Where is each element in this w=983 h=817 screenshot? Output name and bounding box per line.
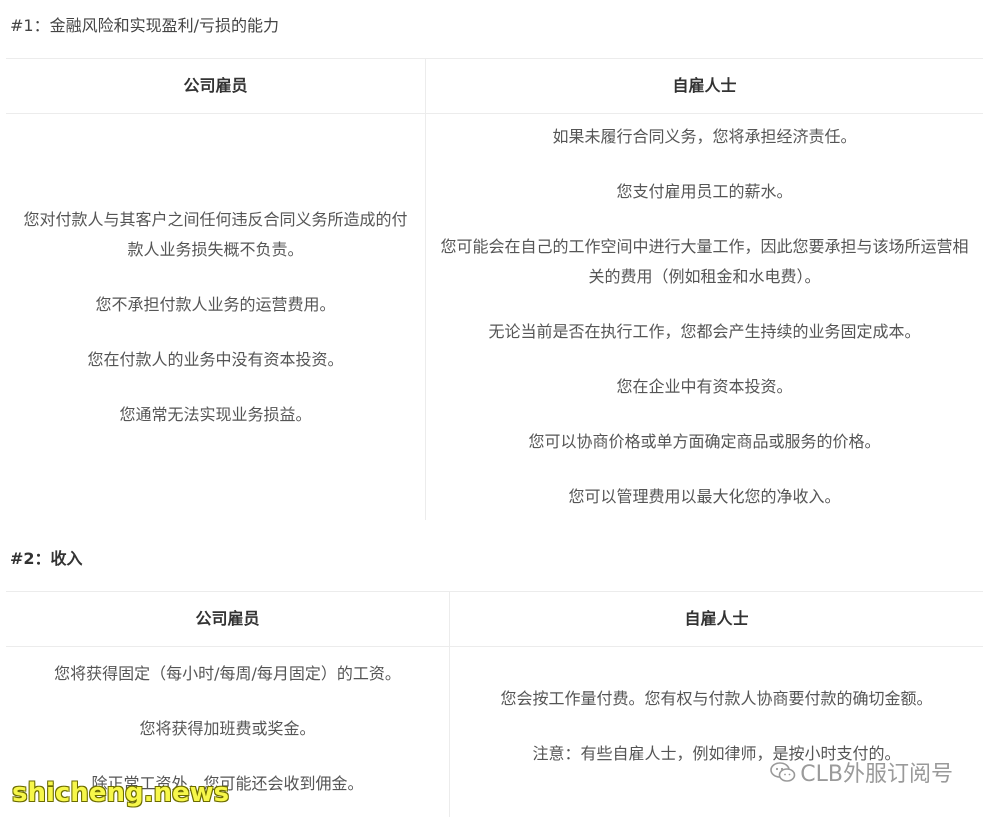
employee-cell: 您对付款人与其客户之间任何违反合同义务所造成的付款人业务损失概不负责。 您不承担… <box>6 114 425 520</box>
table-cell-text: 您在付款人的业务中没有资本投资。 <box>87 349 344 369</box>
table-cell-text: 您会按工作量付费。您有权与付款人协商要付款的确切金额。 <box>500 689 933 708</box>
column-header-self-employed: 自雇人士 <box>684 609 749 628</box>
column-divider <box>449 592 450 646</box>
comparison-table-financial-risk: 公司雇员 自雇人士 您对付款人与其客户之间任何违反合同义务所造成的付款人业务损失… <box>6 58 983 520</box>
table-header-row: 公司雇员 自雇人士 <box>6 592 983 647</box>
table-cell-text: 您可能会在自己的工作空间中进行大量工作，因此您要承担与该场所运营相关的费用（例如… <box>440 237 969 286</box>
column-header-self-employed: 自雇人士 <box>672 76 737 95</box>
column-header-employee: 公司雇员 <box>183 76 248 95</box>
wechat-watermark-text: CLB外服订阅号 <box>800 762 953 787</box>
table-cell-text: 您通常无法实现业务损益。 <box>119 404 312 424</box>
wechat-watermark: CLB外服订阅号 <box>770 756 953 788</box>
table-cell-text: 您可以管理费用以最大化您的净收入。 <box>568 487 841 506</box>
table-cell-text: 您将获得固定（每小时/每周/每月固定）的工资。 <box>54 664 401 683</box>
site-logo: shicheng.news <box>12 778 230 808</box>
column-divider <box>425 59 426 113</box>
table-cell-text: 您不承担付款人业务的运营费用。 <box>95 294 336 314</box>
self-employed-cell: 您会按工作量付费。您有权与付款人协商要付款的确切金额。 注意：有些自雇人士，例如… <box>450 647 983 817</box>
table-cell-text: 您支付雇用员工的薪水。 <box>616 182 793 201</box>
section-heading-financial-risk: #1：金融风险和实现盈利/亏损的能力 <box>10 16 279 35</box>
table-body-row: 您对付款人与其客户之间任何违反合同义务所造成的付款人业务损失概不负责。 您不承担… <box>6 114 983 520</box>
column-header-employee: 公司雇员 <box>195 609 260 628</box>
table-cell-text: 您对付款人与其客户之间任何违反合同义务所造成的付款人业务损失概不负责。 <box>23 209 408 259</box>
table-cell-text: 您在企业中有资本投资。 <box>616 377 793 396</box>
table-cell-text: 您将获得加班费或奖金。 <box>139 719 316 738</box>
table-header-row: 公司雇员 自雇人士 <box>6 59 983 114</box>
table-cell-text: 无论当前是否在执行工作，您都会产生持续的业务固定成本。 <box>488 322 921 341</box>
table-cell-text: 您可以协商价格或单方面确定商品或服务的价格。 <box>528 432 881 451</box>
table-cell-text: 如果未履行合同义务，您将承担经济责任。 <box>552 127 857 146</box>
wechat-icon <box>770 762 796 782</box>
self-employed-cell: 如果未履行合同义务，您将承担经济责任。 您支付雇用员工的薪水。 您可能会在自己的… <box>426 114 983 520</box>
section-heading-income: #2：收入 <box>10 549 83 568</box>
